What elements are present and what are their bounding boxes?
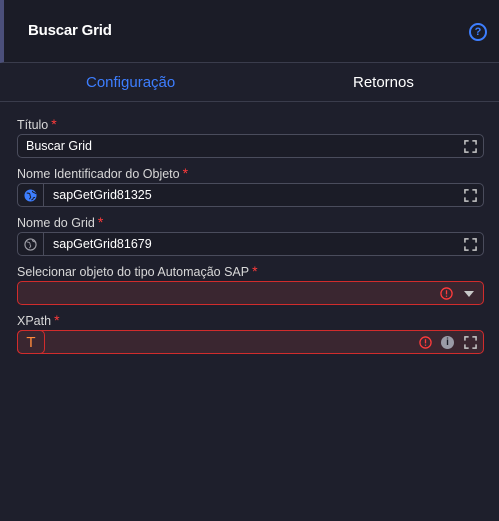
- required-mark: *: [97, 214, 104, 230]
- text-type-icon[interactable]: T: [17, 330, 45, 354]
- globe-prefix: [18, 233, 44, 255]
- globe-prefix: [18, 184, 44, 206]
- required-mark: *: [252, 263, 258, 279]
- titulo-label: Título *: [17, 116, 57, 132]
- nome-grid-field[interactable]: sapGetGrid81679: [17, 232, 484, 256]
- nome-objeto-value: sapGetGrid81325: [53, 188, 152, 202]
- error-icon: [440, 287, 453, 300]
- titulo-value: Buscar Grid: [26, 139, 92, 153]
- titulo-field[interactable]: Buscar Grid: [17, 134, 484, 158]
- required-mark: *: [182, 165, 189, 181]
- globe-outline-icon: [24, 237, 37, 251]
- panel-title: Buscar Grid: [28, 22, 112, 39]
- required-mark: *: [54, 312, 60, 328]
- expand-icon[interactable]: [464, 238, 477, 251]
- tab-bar: Configuração Retornos: [0, 64, 499, 102]
- expand-icon[interactable]: [464, 189, 477, 202]
- nome-grid-label: Nome do Grid *: [17, 214, 104, 230]
- objeto-sap-label: Selecionar objeto do tipo Automação SAP *: [17, 263, 258, 279]
- expand-icon[interactable]: [464, 140, 477, 153]
- error-icon: [419, 336, 432, 349]
- nome-objeto-field[interactable]: sapGetGrid81325: [17, 183, 484, 207]
- required-mark: *: [51, 116, 57, 132]
- tab-configuracao[interactable]: Configuração: [86, 74, 175, 91]
- chevron-down-icon[interactable]: [464, 291, 474, 297]
- nome-grid-value: sapGetGrid81679: [53, 237, 152, 251]
- help-icon[interactable]: ?: [469, 23, 487, 41]
- xpath-label: XPath *: [17, 312, 60, 328]
- expand-icon[interactable]: [464, 336, 477, 349]
- xpath-field[interactable]: T i: [17, 330, 484, 354]
- info-icon[interactable]: i: [441, 336, 454, 349]
- globe-icon: [24, 188, 37, 202]
- tab-retornos[interactable]: Retornos: [353, 74, 414, 91]
- nome-objeto-label: Nome Identificador do Objeto *: [17, 165, 189, 181]
- objeto-sap-select[interactable]: [17, 281, 484, 305]
- panel-header: Buscar Grid ?: [0, 0, 499, 63]
